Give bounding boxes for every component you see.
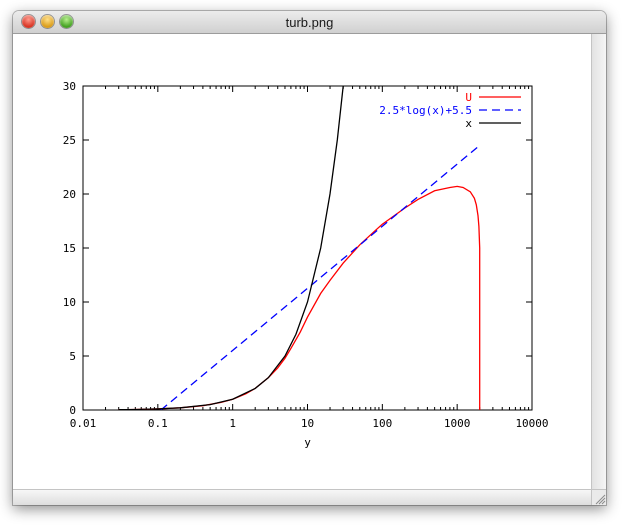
x-axis-label: y <box>304 436 311 449</box>
title-bar[interactable]: turb.png <box>13 11 606 34</box>
y-tick-label: 20 <box>63 188 76 201</box>
plot-axes: 0 5 10 15 20 25 30 0.01 0.1 1 10 100 1000 10000 y <box>63 80 549 449</box>
plot-frame <box>82 85 533 411</box>
y-tick-label: 25 <box>63 134 76 147</box>
x-tick-label: 0.01 <box>70 417 97 430</box>
window-title: turb.png <box>285 15 334 30</box>
legend-label: U <box>465 91 472 104</box>
image-content: 0 5 10 15 20 25 30 0.01 0.1 1 10 100 1000 10000 y U 2.5… <box>13 34 591 489</box>
legend-label: 2.5*log(x)+5.5 <box>379 104 472 117</box>
x-tick-label: 0.1 <box>148 417 168 430</box>
series-line-2 <box>118 86 344 410</box>
series-line-1 <box>160 144 481 410</box>
horizontal-scrollbar[interactable] <box>13 489 591 505</box>
image-viewer-window: turb.png 0 5 10 15 20 25 30 0.01 0.1 1 10 100 1000 10… <box>13 11 606 505</box>
x-tick-label: 100 <box>372 417 392 430</box>
y-tick-label: 0 <box>69 404 76 417</box>
legend-label: x <box>465 117 472 130</box>
y-tick-label: 30 <box>63 80 76 93</box>
x-tick-label: 10 <box>301 417 314 430</box>
chart-legend: U2.5*log(x)+5.5x <box>379 91 521 130</box>
resize-grip-icon[interactable] <box>591 489 606 505</box>
y-tick-label: 5 <box>69 350 76 363</box>
plot-series <box>118 86 481 410</box>
y-tick-label: 10 <box>63 296 76 309</box>
x-tick-label: 10000 <box>515 417 548 430</box>
series-line-0 <box>118 185 481 410</box>
x-tick-label: 1000 <box>444 417 471 430</box>
vertical-scrollbar[interactable] <box>591 34 606 489</box>
line-chart: 0 5 10 15 20 25 30 0.01 0.1 1 10 100 1000 10000 y U2.5… <box>63 80 549 449</box>
x-tick-label: 1 <box>229 417 236 430</box>
y-tick-label: 15 <box>63 242 76 255</box>
